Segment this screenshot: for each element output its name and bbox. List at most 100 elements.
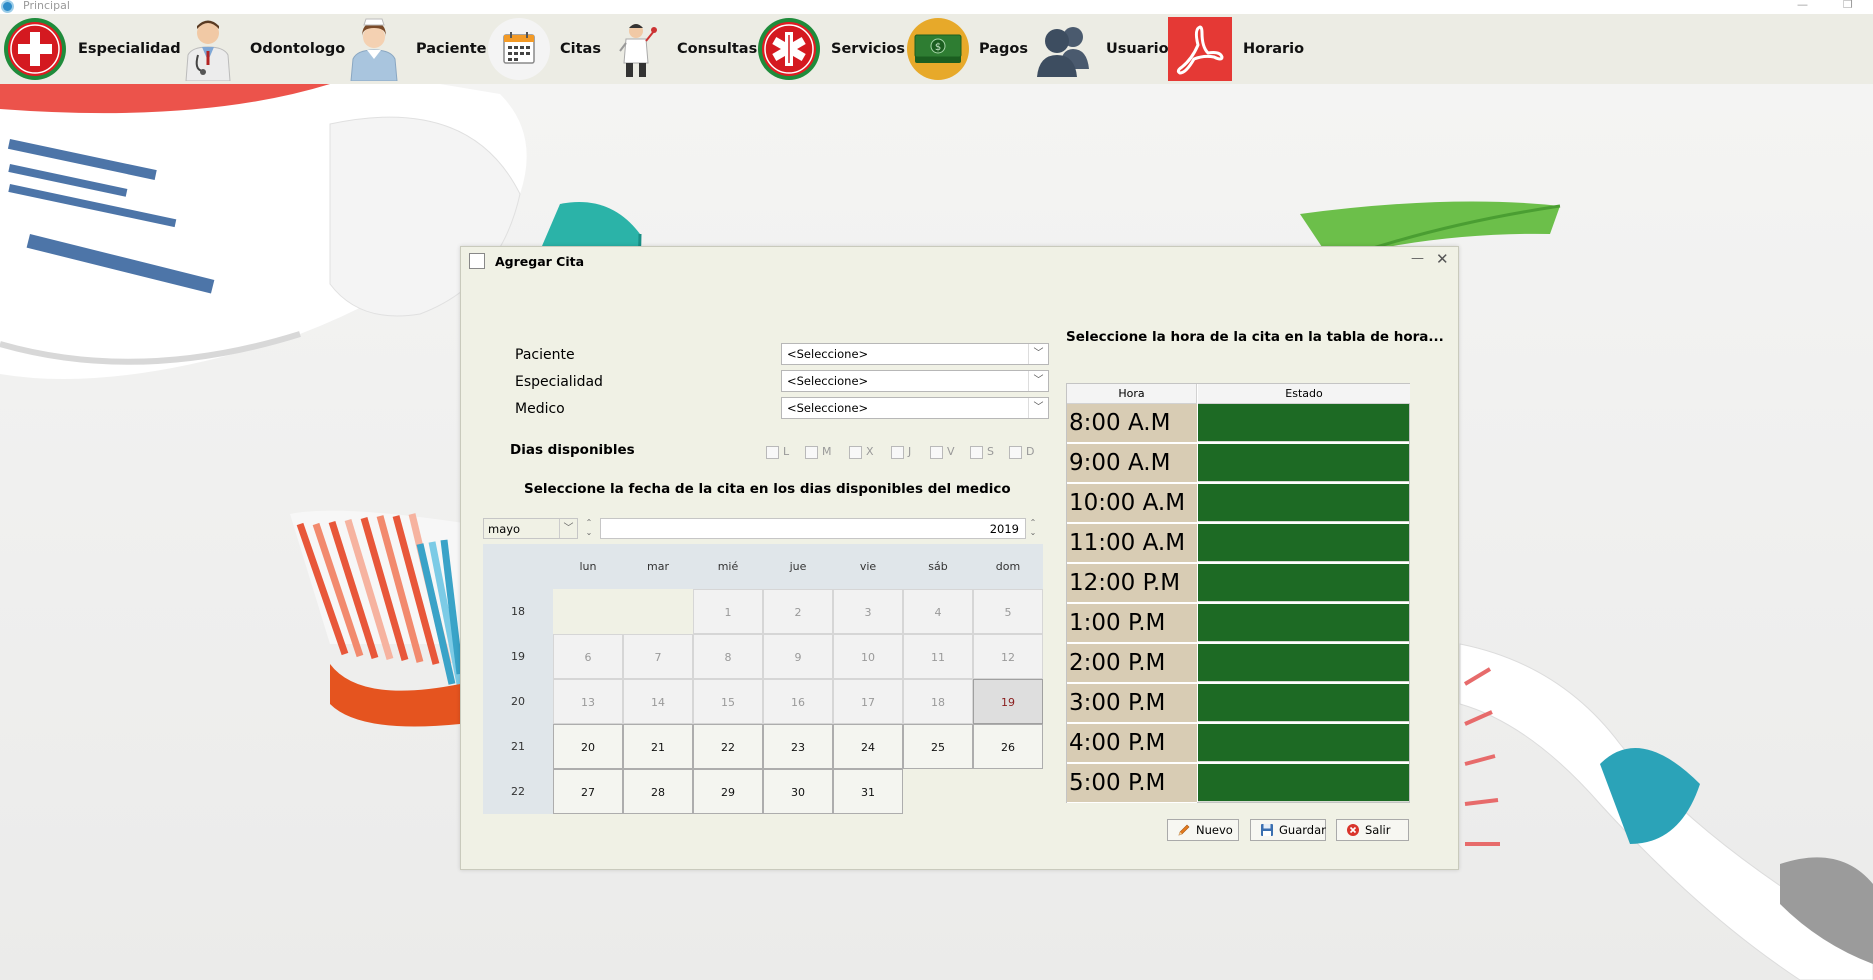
table-header-hora[interactable]: Hora: [1067, 384, 1197, 404]
table-row[interactable]: 8:00 A.M: [1067, 404, 1411, 444]
hora-instruction: Seleccione la hora de la cita en la tabl…: [1066, 329, 1444, 345]
menu-usuario[interactable]: Usuario: [1031, 14, 1169, 84]
week-number: 21: [483, 724, 553, 769]
estado-cell[interactable]: [1198, 644, 1409, 682]
menu-odontologo[interactable]: Odontologo: [180, 14, 345, 84]
hora-cell[interactable]: 12:00 P.M: [1067, 564, 1197, 603]
calendar-day[interactable]: 17: [833, 679, 903, 724]
table-row[interactable]: 3:00 P.M: [1067, 684, 1411, 724]
year-field[interactable]: 2019: [600, 518, 1026, 539]
table-row[interactable]: 10:00 A.M: [1067, 484, 1411, 524]
year-spinner-icon[interactable]: ⌃ ⌄: [1027, 518, 1039, 539]
hora-cell[interactable]: 3:00 P.M: [1067, 684, 1197, 723]
calendar-day[interactable]: 11: [903, 634, 973, 679]
calendar-day[interactable]: 20: [553, 724, 623, 769]
table-row[interactable]: 9:00 A.M: [1067, 444, 1411, 484]
close-icon[interactable]: ✕: [1436, 250, 1449, 268]
hora-cell[interactable]: 4:00 P.M: [1067, 724, 1197, 763]
calendar-day[interactable]: 30: [763, 769, 833, 814]
month-combo[interactable]: mayo ﹀: [483, 518, 578, 539]
minimize-icon[interactable]: —: [1411, 251, 1424, 266]
menu-citas[interactable]: Citas: [487, 14, 607, 84]
calendar-day[interactable]: 1: [693, 589, 763, 634]
table-row[interactable]: 2:00 P.M: [1067, 644, 1411, 684]
day-checkbox-j[interactable]: J: [891, 445, 911, 459]
table-row[interactable]: 1:00 P.M: [1067, 604, 1411, 644]
calendar-day[interactable]: 8: [693, 634, 763, 679]
medico-combo[interactable]: <Seleccione> ﹀: [781, 397, 1049, 419]
calendar-day[interactable]: 10: [833, 634, 903, 679]
calendar-day[interactable]: 2: [763, 589, 833, 634]
estado-cell[interactable]: [1198, 764, 1409, 802]
minimize-icon[interactable]: —: [1797, 0, 1808, 11]
estado-cell[interactable]: [1198, 484, 1409, 522]
menu-paciente[interactable]: Paciente: [345, 14, 487, 84]
hora-cell[interactable]: 2:00 P.M: [1067, 644, 1197, 683]
table-row[interactable]: 12:00 P.M: [1067, 564, 1411, 604]
calendar-day[interactable]: 4: [903, 589, 973, 634]
day-checkbox-l[interactable]: L: [766, 445, 789, 459]
calendar-day[interactable]: 26: [973, 724, 1043, 769]
maximize-icon[interactable]: ❐: [1843, 0, 1853, 11]
hora-cell[interactable]: 5:00 P.M: [1067, 764, 1197, 803]
guardar-button[interactable]: Guardar: [1250, 819, 1326, 841]
chevron-down-icon[interactable]: ﹀: [1028, 344, 1048, 364]
table-row[interactable]: 11:00 A.M: [1067, 524, 1411, 564]
table-header-estado[interactable]: Estado: [1198, 384, 1410, 404]
nuevo-button[interactable]: Nuevo: [1167, 819, 1239, 841]
salir-button[interactable]: Salir: [1336, 819, 1409, 841]
hora-cell[interactable]: 1:00 P.M: [1067, 604, 1197, 643]
calendar-icon: [488, 18, 550, 80]
calendar-day[interactable]: 5: [973, 589, 1043, 634]
calendar-day[interactable]: 24: [833, 724, 903, 769]
calendar-day[interactable]: 22: [693, 724, 763, 769]
calendar-day[interactable]: 6: [553, 634, 623, 679]
chevron-down-icon[interactable]: ﹀: [559, 519, 577, 538]
calendar-day[interactable]: 21: [623, 724, 693, 769]
month-spinner-icon[interactable]: ⌃ ⌄: [583, 518, 595, 539]
calendar-day[interactable]: 29: [693, 769, 763, 814]
menu-servicios[interactable]: Servicios: [757, 14, 905, 84]
estado-cell[interactable]: [1198, 564, 1409, 602]
day-checkbox-v[interactable]: V: [930, 445, 955, 459]
hora-cell[interactable]: 9:00 A.M: [1067, 444, 1197, 483]
chevron-down-icon[interactable]: ﹀: [1028, 371, 1048, 391]
calendar-day[interactable]: 14: [623, 679, 693, 724]
day-checkbox-d[interactable]: D: [1009, 445, 1034, 459]
calendar-day[interactable]: 31: [833, 769, 903, 814]
estado-cell[interactable]: [1198, 444, 1409, 482]
calendar-day[interactable]: 19: [973, 679, 1043, 724]
menu-pagos[interactable]: $ Pagos: [906, 14, 1028, 84]
hora-cell[interactable]: 11:00 A.M: [1067, 524, 1197, 563]
menu-especialidad[interactable]: Especialidad: [3, 14, 181, 84]
hora-cell[interactable]: 10:00 A.M: [1067, 484, 1197, 523]
table-row[interactable]: 4:00 P.M: [1067, 724, 1411, 764]
calendar-day[interactable]: 23: [763, 724, 833, 769]
hora-cell[interactable]: 8:00 A.M: [1067, 404, 1197, 443]
estado-cell[interactable]: [1198, 684, 1409, 722]
calendar-day[interactable]: 9: [763, 634, 833, 679]
day-checkbox-x[interactable]: X: [849, 445, 874, 459]
chevron-down-icon[interactable]: ﹀: [1028, 398, 1048, 418]
calendar-day[interactable]: 28: [623, 769, 693, 814]
calendar-day[interactable]: 13: [553, 679, 623, 724]
day-checkbox-m[interactable]: M: [805, 445, 832, 459]
calendar-day[interactable]: 27: [553, 769, 623, 814]
calendar-day[interactable]: 3: [833, 589, 903, 634]
paciente-combo[interactable]: <Seleccione> ﹀: [781, 343, 1049, 365]
especialidad-combo[interactable]: <Seleccione> ﹀: [781, 370, 1049, 392]
estado-cell[interactable]: [1198, 524, 1409, 562]
estado-cell[interactable]: [1198, 404, 1409, 442]
calendar-day[interactable]: 7: [623, 634, 693, 679]
table-row[interactable]: 5:00 P.M: [1067, 764, 1411, 804]
estado-cell[interactable]: [1198, 604, 1409, 642]
calendar-day[interactable]: 18: [903, 679, 973, 724]
menu-consultas[interactable]: Consultas: [612, 14, 757, 84]
estado-cell[interactable]: [1198, 724, 1409, 762]
day-checkbox-s[interactable]: S: [970, 445, 994, 459]
calendar-day[interactable]: 12: [973, 634, 1043, 679]
calendar-day[interactable]: 25: [903, 724, 973, 769]
calendar-day[interactable]: 15: [693, 679, 763, 724]
calendar-day[interactable]: 16: [763, 679, 833, 724]
menu-horario[interactable]: Horario: [1168, 14, 1308, 84]
